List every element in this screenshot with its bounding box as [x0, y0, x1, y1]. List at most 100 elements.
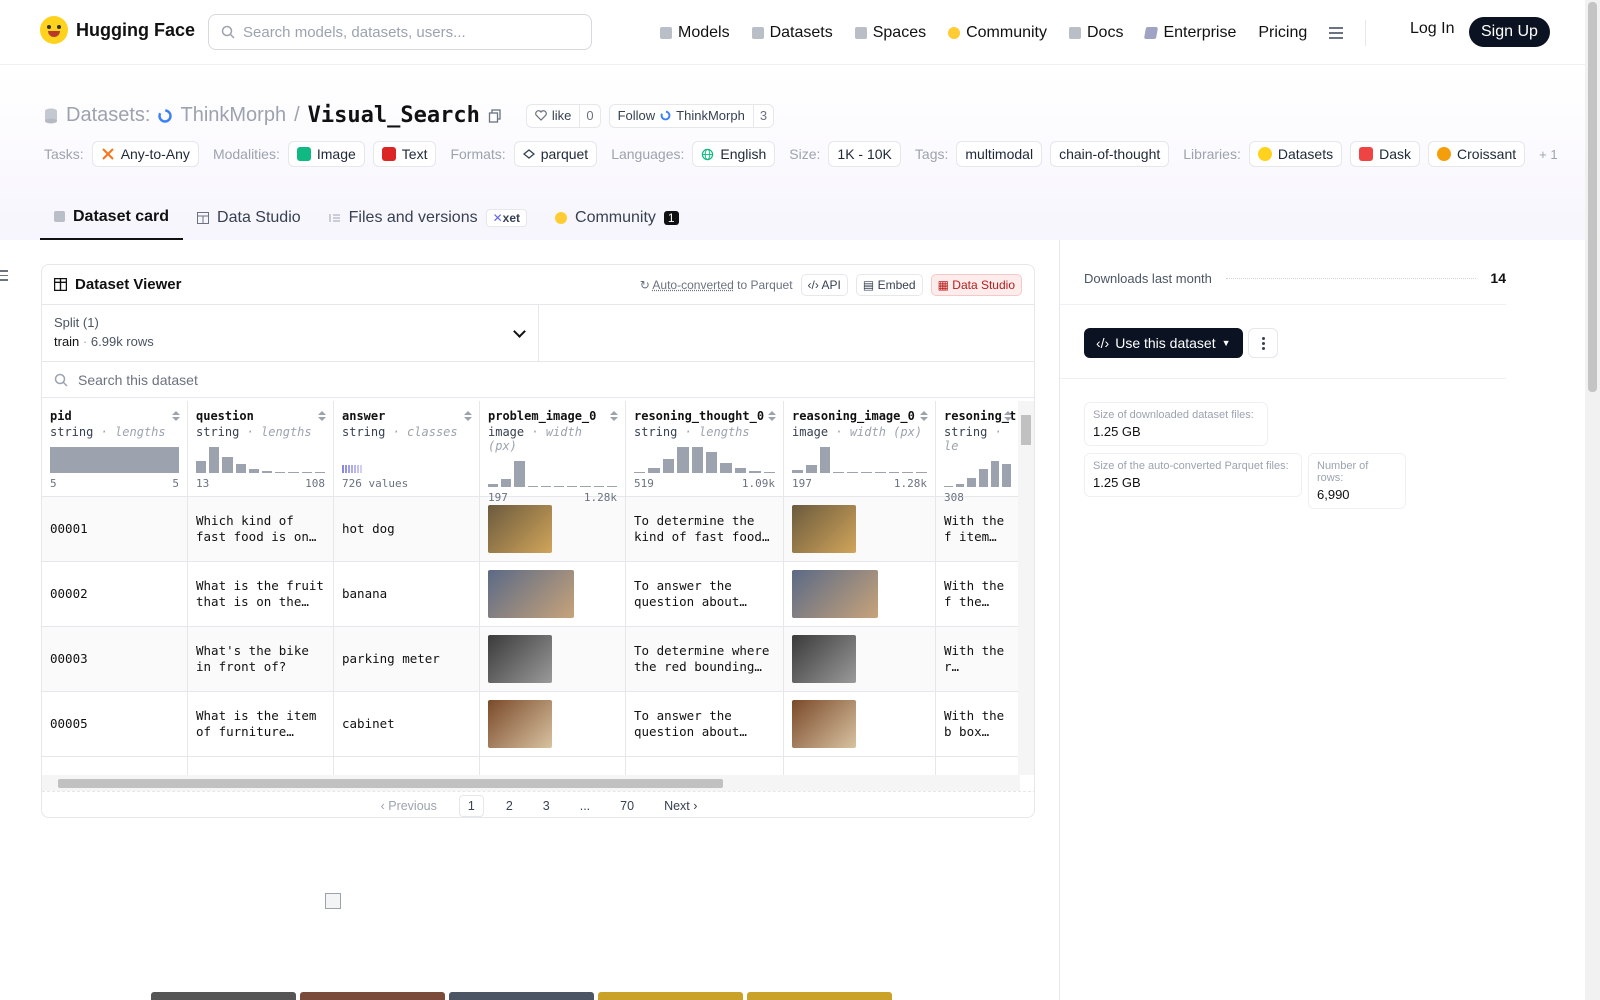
- column-header[interactable]: resoning_t string · le 308: [936, 401, 1019, 504]
- image-thumbnail[interactable]: [488, 700, 552, 748]
- histogram-bar[interactable]: [888, 472, 900, 473]
- histogram-bar[interactable]: [50, 447, 179, 473]
- histogram-bar[interactable]: [235, 463, 246, 473]
- global-search[interactable]: [208, 14, 592, 50]
- nav-models[interactable]: Models: [660, 24, 730, 42]
- website-badge[interactable]: [151, 992, 296, 1000]
- table-cell[interactable]: Which kind of fast food is on the…: [188, 497, 333, 562]
- table-cell[interactable]: 00005: [42, 692, 187, 757]
- histogram-bar[interactable]: [662, 458, 675, 473]
- histogram-bar[interactable]: [979, 468, 988, 487]
- table-cell[interactable]: [784, 627, 935, 692]
- histogram-bar[interactable]: [567, 486, 578, 487]
- data-studio-button[interactable]: ▦ Data Studio: [930, 273, 1022, 296]
- image-thumbnail[interactable]: [792, 505, 856, 553]
- histogram-bar[interactable]: [222, 457, 233, 473]
- tab-files-and-versions[interactable]: Files and versions ✕xet: [315, 195, 541, 240]
- table-cell[interactable]: What is the item of furniture that…: [188, 692, 333, 757]
- image-thumbnail[interactable]: [488, 505, 552, 553]
- table-cell[interactable]: hot dog: [334, 497, 479, 562]
- histogram-bar[interactable]: [488, 484, 499, 487]
- table-cell[interactable]: With the f item on th: [936, 497, 1019, 562]
- like-button[interactable]: like 0: [525, 103, 601, 128]
- split-selector[interactable]: Split (1) train · 6.99k rows: [42, 305, 539, 361]
- pagination-next[interactable]: Next ›: [656, 796, 705, 816]
- class-bar[interactable]: [351, 465, 353, 473]
- tab-community[interactable]: Community 1: [541, 195, 693, 240]
- api-button[interactable]: ‹/› API: [800, 273, 848, 296]
- follow-button[interactable]: Follow ThinkMorph 3: [608, 103, 775, 128]
- histogram-bar[interactable]: [847, 471, 858, 473]
- tag-format-parquet[interactable]: parquet: [513, 141, 598, 167]
- scrollbar-thumb[interactable]: [58, 779, 723, 788]
- histogram-bar[interactable]: [301, 472, 312, 473]
- tag-multimodal[interactable]: multimodal: [956, 141, 1043, 167]
- class-bar[interactable]: [354, 465, 356, 473]
- column-header[interactable]: problem_image_0 image · width (px) 197 1.28…: [480, 401, 625, 504]
- column-header[interactable]: pid string · lengths 5 5: [42, 401, 187, 497]
- class-bar[interactable]: [348, 465, 350, 473]
- histogram-bar[interactable]: [554, 486, 565, 487]
- brand-logo[interactable]: Hugging Face: [40, 16, 195, 44]
- histogram-bar[interactable]: [944, 485, 953, 487]
- sort-icon[interactable]: [610, 411, 618, 421]
- table-cell[interactable]: With the r bounding b: [936, 627, 1019, 692]
- histogram-bar[interactable]: [580, 486, 591, 487]
- pagination-previous[interactable]: ‹ Previous: [373, 796, 445, 816]
- paper-badge[interactable]: [300, 992, 445, 1000]
- table-cell[interactable]: To answer the question about what…: [626, 692, 783, 757]
- histogram-bar[interactable]: [874, 472, 886, 473]
- vertical-scrollbar[interactable]: [1018, 401, 1034, 775]
- histogram-bar[interactable]: [916, 472, 927, 473]
- class-bar[interactable]: [360, 465, 362, 473]
- histogram-bar[interactable]: [262, 470, 273, 473]
- table-cell[interactable]: What is the fruit that is on the…: [188, 562, 333, 627]
- model-badge[interactable]: [598, 992, 743, 1000]
- histogram-bar[interactable]: [196, 461, 207, 473]
- copy-icon[interactable]: [488, 108, 502, 123]
- image-thumbnail[interactable]: [488, 570, 574, 618]
- nav-datasets[interactable]: Datasets: [751, 24, 833, 42]
- tab-data-studio[interactable]: Data Studio: [183, 195, 315, 240]
- histogram-bar[interactable]: [648, 467, 660, 473]
- histogram-bar[interactable]: [527, 485, 538, 487]
- page-1[interactable]: 1: [458, 794, 484, 817]
- signup-button[interactable]: Sign Up: [1469, 17, 1550, 47]
- histogram-bar[interactable]: [990, 461, 1000, 487]
- column-header[interactable]: resoning_thought_0 string · lengths 519 1.0…: [626, 401, 783, 497]
- table-cell[interactable]: With the b box highli: [936, 692, 1019, 757]
- histogram-bar[interactable]: [833, 471, 845, 473]
- histogram-bar[interactable]: [749, 470, 761, 473]
- table-cell[interactable]: What's the bike in front of?: [188, 627, 333, 692]
- table-cell[interactable]: [784, 562, 935, 627]
- histogram-bar[interactable]: [634, 471, 646, 473]
- table-cell[interactable]: 00001: [42, 497, 187, 562]
- table-cell[interactable]: [480, 562, 625, 627]
- sort-icon[interactable]: [318, 411, 326, 421]
- tag-modality-image[interactable]: Image: [287, 141, 365, 167]
- tag-library-croissant[interactable]: Croissant: [1428, 141, 1526, 167]
- sort-icon[interactable]: [464, 411, 472, 421]
- global-search-input[interactable]: [243, 23, 563, 41]
- table-cell[interactable]: To determine where the red bounding bo…: [626, 627, 783, 692]
- class-bar[interactable]: [345, 465, 347, 473]
- histogram-bar[interactable]: [967, 477, 977, 487]
- tag-size[interactable]: 1K - 10K: [828, 141, 901, 167]
- histogram-bar[interactable]: [540, 485, 552, 487]
- login-link[interactable]: Log In: [1410, 20, 1454, 38]
- table-cell[interactable]: [784, 497, 935, 562]
- use-this-dataset-button[interactable]: ‹/› Use this dataset ▼: [1084, 328, 1243, 358]
- histogram-bar[interactable]: [288, 471, 299, 473]
- nav-docs[interactable]: Docs: [1069, 24, 1123, 42]
- tag-modality-text[interactable]: Text: [372, 141, 437, 167]
- owner-link[interactable]: ThinkMorph: [180, 104, 286, 127]
- image-thumbnail[interactable]: [792, 635, 856, 683]
- nav-enterprise[interactable]: Enterprise: [1144, 24, 1236, 42]
- histogram-bar[interactable]: [734, 467, 747, 473]
- nav-community[interactable]: Community: [948, 24, 1047, 42]
- histogram-bar[interactable]: [677, 447, 689, 473]
- sort-icon[interactable]: [172, 411, 180, 421]
- dataset-badge[interactable]: [747, 992, 892, 1000]
- sidebar-toggle-icon[interactable]: [0, 270, 8, 281]
- table-cell[interactable]: To answer the question about the…: [626, 562, 783, 627]
